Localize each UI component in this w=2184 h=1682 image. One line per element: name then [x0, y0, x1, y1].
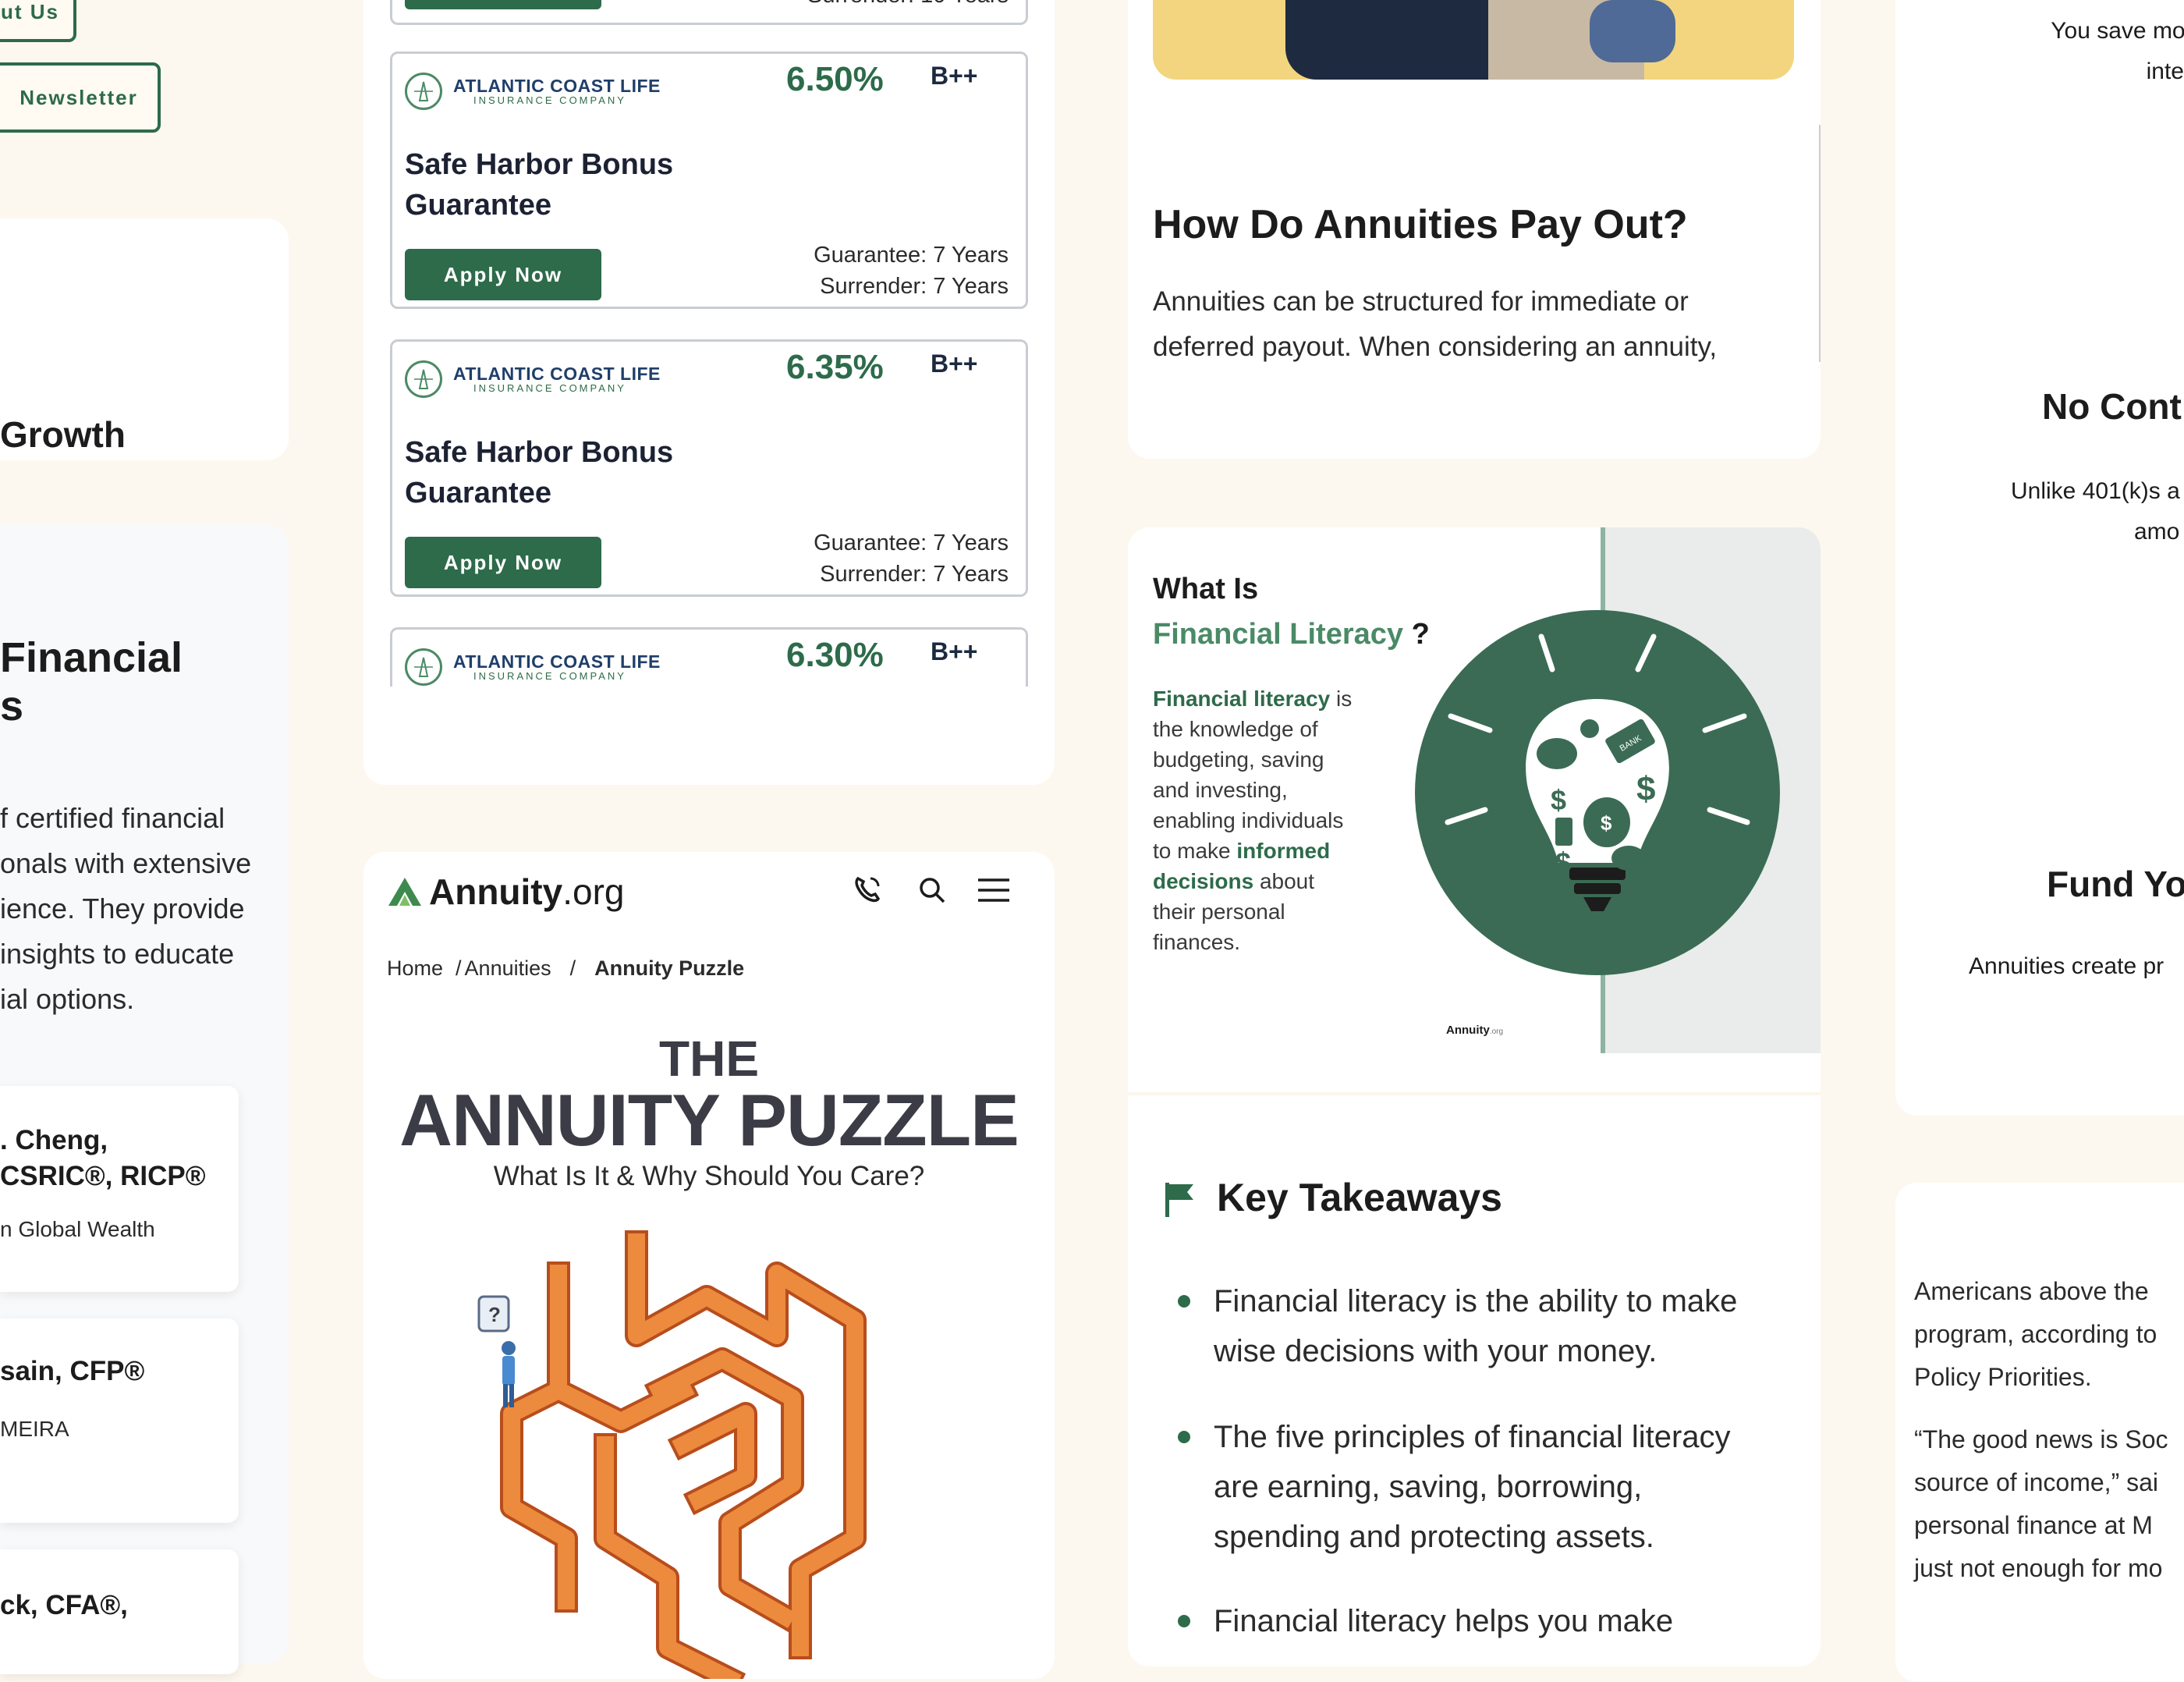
lighthouse-icon [405, 360, 442, 398]
svg-text:?: ? [488, 1303, 501, 1326]
company-logo: ATLANTIC COAST LIFE INSURANCE COMPANY [405, 360, 661, 398]
takeaway-item: Financial literacy helps you make [1214, 1604, 1674, 1638]
benefit-text: Unlike 401(k)s a amo [2011, 478, 2180, 545]
scrollbar[interactable] [1819, 125, 1821, 362]
breadcrumb-home[interactable]: Home [387, 956, 443, 981]
company-logo: ATLANTIC COAST LIFE INSURANCE COMPANY [405, 648, 661, 686]
newsletter-button[interactable]: Newsletter [0, 62, 161, 133]
rating-value: B++ [931, 637, 978, 665]
hero-subtitle: What Is It & Why Should You Care? [493, 1161, 925, 1191]
expert-card[interactable]: sain, CFP® MEIRA [0, 1318, 239, 1523]
financial-title: Financial s [0, 634, 183, 729]
apply-now-button[interactable]: Apply Now [405, 537, 601, 588]
apply-now-button[interactable]: Apply Now [405, 249, 601, 300]
article-card: Americans above the program, according t… [1895, 1183, 2184, 1682]
svg-text:$: $ [1636, 770, 1655, 808]
product-name: Safe Harbor Bonus Guarantee [405, 436, 674, 509]
company-logo: ATLANTIC COAST LIFE INSURANCE COMPANY [405, 73, 661, 110]
breadcrumb-current: Annuity Puzzle [594, 956, 745, 980]
hero-photo [1153, 0, 1794, 80]
maze-illustration: ? [477, 1230, 867, 1679]
growth-card: Growth [0, 218, 289, 460]
breadcrumb: Home / Annuities / Annuity Puzzle [387, 956, 745, 981]
annuity-logo-icon [388, 878, 421, 906]
bullet [1178, 1431, 1190, 1443]
person-figure: ? [477, 1295, 516, 1407]
infographic: What Is Financial Literacy ? Financial l… [1128, 527, 1821, 1053]
rate-offer: ATLANTIC COAST LIFE INSURANCE COMPANY 6.… [390, 627, 1028, 687]
takeaway-item: The five principles of financial literac… [1214, 1420, 1731, 1554]
site-logo[interactable]: Annuity .org [387, 871, 624, 913]
hero-title: ANNUITY PUZZLE [399, 1079, 1019, 1161]
apply-button-partial[interactable] [405, 0, 601, 9]
mobile-page-card: Annuity .org Home / Annuities / Annuity P… [363, 852, 1055, 1679]
product-name: Safe Harbor Bonus Guarantee [405, 148, 674, 222]
experts-intro: f certified financial onals with extensi… [0, 802, 252, 1015]
infographic-body: Financial literacy is the knowledge of b… [1153, 687, 1353, 954]
phone-icon[interactable] [852, 874, 883, 909]
fund-title: Fund Yo [2047, 864, 2184, 904]
benefit-text: You save money interest [2051, 18, 2184, 84]
rate-value: 6.50% [786, 60, 884, 98]
expert-card[interactable]: ck, CFA®, [0, 1549, 239, 1674]
product-terms: Guarantee: 7 Years Surrender: 7 Years [814, 531, 1009, 587]
divider [1128, 1092, 1821, 1095]
expert-card[interactable]: . Cheng, CSRIC®, RICP® n Global Wealth [0, 1086, 239, 1292]
rate-value: 6.35% [786, 348, 884, 386]
rate-offer: ATLANTIC COAST LIFE INSURANCE COMPANY 6.… [390, 51, 1028, 309]
article-paragraph: “The good news is Soc source of income,”… [1914, 1425, 2168, 1582]
article-paragraph: Americans above the program, according t… [1914, 1277, 2157, 1391]
key-takeaways-title: Key Takeaways [1217, 1176, 1502, 1219]
lighthouse-icon [405, 73, 442, 110]
infographic-footer-logo: Annuity.org [1446, 1024, 1504, 1037]
growth-title: Growth [0, 414, 126, 455]
breadcrumb-annuities[interactable]: Annuities [465, 956, 551, 981]
benefits-card: You save money interest No Cont Unlike 4… [1895, 0, 2184, 1116]
flag-icon [1164, 1181, 1197, 1222]
rate-offer: ATLANTIC COAST LIFE INSURANCE COMPANY 6.… [390, 339, 1028, 597]
search-icon[interactable] [917, 875, 947, 909]
svg-text:$: $ [1551, 784, 1566, 816]
rate-value: 6.30% [786, 636, 884, 674]
svg-text:$: $ [1601, 811, 1612, 835]
payout-title: How Do Annuities Pay Out? [1153, 202, 1688, 247]
svg-text:$: $ [1555, 846, 1571, 878]
infographic-title: What Is Financial Literacy ? [1153, 573, 1430, 651]
payout-card: How Do Annuities Pay Out? Annuities can … [1128, 0, 1821, 459]
bullet [1178, 1295, 1190, 1308]
menu-icon[interactable] [977, 877, 1011, 907]
about-us-button[interactable]: ut Us [0, 0, 76, 42]
benefit-text: Annuities create pr [1969, 953, 2164, 979]
bullet [1178, 1615, 1190, 1627]
rating-value: B++ [931, 350, 978, 378]
takeaway-item: Financial literacy is the ability to mak… [1214, 1284, 1738, 1368]
lighthouse-icon [405, 648, 442, 686]
payout-text: Annuities can be structured for immediat… [1153, 286, 1718, 362]
rate-offer-partial: Surrender: 10 Years [390, 0, 1028, 25]
rating-value: B++ [931, 62, 978, 90]
no-contribution-title: No Cont [2042, 386, 2182, 427]
product-terms: Guarantee: 7 Years Surrender: 7 Years [814, 243, 1009, 299]
lightbulb-illustration: $ $ $ $ BANK [1415, 610, 1780, 975]
